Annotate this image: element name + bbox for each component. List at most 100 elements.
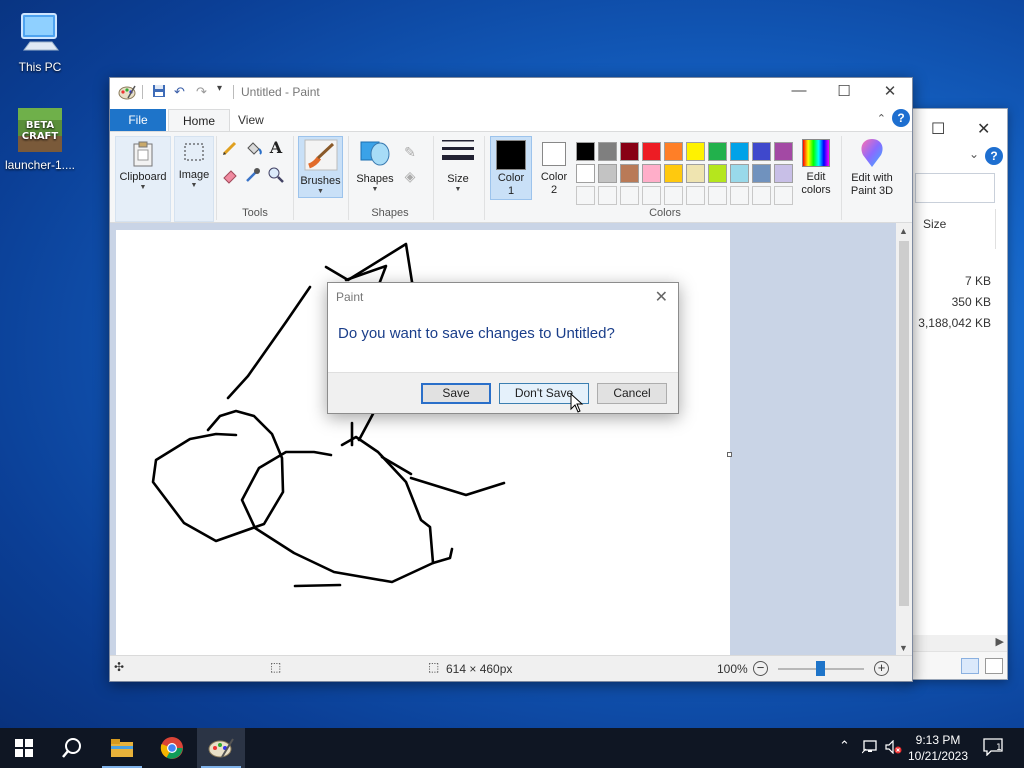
palette-swatch[interactable] xyxy=(708,164,727,183)
close-icon[interactable]: ✕ xyxy=(655,287,668,307)
pencil-icon[interactable] xyxy=(220,139,240,159)
save-changes-dialog[interactable]: Paint ✕ Do you want to save changes to U… xyxy=(327,282,679,414)
maximize-button[interactable]: ☐ xyxy=(931,119,945,139)
scroll-down-icon[interactable]: ▼ xyxy=(899,643,908,653)
scroll-up-icon[interactable]: ▲ xyxy=(899,226,908,236)
zoom-slider-thumb[interactable] xyxy=(816,661,825,676)
search-button[interactable] xyxy=(48,728,96,768)
palette-swatch[interactable] xyxy=(708,142,727,161)
edit-colors-button[interactable]: Edit colors xyxy=(794,136,838,200)
canvas-resize-handle[interactable] xyxy=(727,452,732,457)
size-button[interactable]: Size ▼ xyxy=(439,136,477,198)
mouse-cursor-icon xyxy=(570,393,584,413)
eraser-icon[interactable] xyxy=(220,166,240,186)
tab-view[interactable]: View xyxy=(224,109,278,131)
start-button[interactable] xyxy=(0,728,48,768)
custom-color-slot[interactable] xyxy=(686,186,705,205)
paint-taskbar-button[interactable] xyxy=(197,728,245,768)
palette-swatch[interactable] xyxy=(752,164,771,183)
color1-button[interactable]: Color 1 xyxy=(490,136,532,200)
palette-swatch[interactable] xyxy=(664,164,683,183)
palette-swatch[interactable] xyxy=(664,142,683,161)
chevron-up-icon[interactable]: ⌃ xyxy=(839,738,850,754)
palette-swatch[interactable] xyxy=(642,142,661,161)
palette-swatch[interactable] xyxy=(730,142,749,161)
image-button[interactable]: Image ▼ xyxy=(174,136,214,222)
custom-color-slot[interactable] xyxy=(708,186,727,205)
clipboard-button[interactable]: Clipboard ▼ xyxy=(115,136,171,222)
custom-color-slot[interactable] xyxy=(752,186,771,205)
help-icon[interactable]: ? xyxy=(892,109,910,127)
edit-with-paint3d-button[interactable]: Edit with Paint 3D xyxy=(844,136,900,200)
scrollbar-thumb[interactable] xyxy=(899,241,909,606)
palette-swatch[interactable] xyxy=(686,142,705,161)
outline-icon[interactable]: ✎ xyxy=(400,142,420,162)
palette-swatch[interactable] xyxy=(642,164,661,183)
fill-shape-icon[interactable]: ◈ xyxy=(400,166,420,186)
palette-swatch[interactable] xyxy=(620,164,639,183)
close-button[interactable]: ✕ xyxy=(977,119,990,139)
chevron-down-icon[interactable]: ⌄ xyxy=(969,147,979,161)
desktop-icon-this-pc[interactable]: This PC xyxy=(2,8,78,74)
brushes-button[interactable]: Brushes ▼ xyxy=(298,136,343,198)
color2-button[interactable]: Color 2 xyxy=(534,136,574,200)
minimize-button[interactable]: — xyxy=(784,82,814,99)
custom-color-slot[interactable] xyxy=(642,186,661,205)
zoom-in-button[interactable]: + xyxy=(874,661,889,676)
chrome-taskbar-button[interactable] xyxy=(148,728,196,768)
file-explorer-window[interactable]: ☐ ✕ ⌄ ? Size 7 KB 350 KB 3,188,042 KB ▶ xyxy=(904,108,1008,680)
system-clock[interactable]: 9:13 PM 10/21/2023 xyxy=(905,732,971,764)
maximize-button[interactable]: ☐ xyxy=(829,82,859,100)
undo-icon[interactable]: ↶ xyxy=(174,84,185,100)
custom-color-slot[interactable] xyxy=(730,186,749,205)
paint-app-icon[interactable] xyxy=(118,84,136,103)
palette-swatch[interactable] xyxy=(576,142,595,161)
shapes-button[interactable]: Shapes ▼ xyxy=(354,136,396,198)
scroll-right-icon[interactable]: ▶ xyxy=(996,635,1004,648)
tab-home[interactable]: Home xyxy=(168,109,231,131)
palette-swatch[interactable] xyxy=(620,142,639,161)
customize-toolbar-icon[interactable]: ▾ xyxy=(217,83,222,94)
desktop-icon-label: This PC xyxy=(18,60,62,74)
fill-icon[interactable] xyxy=(243,139,263,159)
palette-swatch[interactable] xyxy=(576,164,595,183)
vertical-scrollbar[interactable]: ▲ ▼ xyxy=(896,223,912,655)
redo-icon[interactable]: ↷ xyxy=(196,84,207,100)
save-button[interactable]: Save xyxy=(421,383,491,404)
details-view-icon[interactable] xyxy=(961,658,979,674)
custom-color-slot[interactable] xyxy=(774,186,793,205)
save-icon[interactable] xyxy=(152,84,166,101)
image-label: Image xyxy=(178,169,210,181)
palette-swatch[interactable] xyxy=(774,164,793,183)
palette-swatch[interactable] xyxy=(598,142,617,161)
large-icons-view-icon[interactable] xyxy=(985,658,1003,674)
desktop-icon-launcher[interactable]: BETA CRAFT launcher-1.... xyxy=(2,106,78,172)
paint-titlebar[interactable]: ↶ ↷ ▾ Untitled - Paint — ☐ ✕ xyxy=(110,78,912,106)
notifications-icon[interactable]: 1 xyxy=(983,738,1003,759)
network-icon[interactable] xyxy=(861,740,878,757)
cancel-button[interactable]: Cancel xyxy=(597,383,667,404)
color-picker-icon[interactable] xyxy=(243,166,263,186)
palette-swatch[interactable] xyxy=(598,164,617,183)
custom-color-slot[interactable] xyxy=(576,186,595,205)
search-box[interactable] xyxy=(915,173,995,203)
palette-swatch[interactable] xyxy=(686,164,705,183)
custom-color-slot[interactable] xyxy=(620,186,639,205)
text-icon[interactable]: A xyxy=(266,138,286,158)
column-header-size[interactable]: Size xyxy=(923,217,946,231)
custom-color-slot[interactable] xyxy=(664,186,683,205)
magnifier-icon[interactable] xyxy=(266,166,286,186)
file-explorer-taskbar-button[interactable] xyxy=(98,728,146,768)
help-icon[interactable]: ? xyxy=(985,147,1003,165)
volume-muted-icon[interactable] xyxy=(885,739,903,757)
zoom-out-button[interactable]: − xyxy=(753,661,768,676)
tab-file[interactable]: File xyxy=(110,109,166,131)
explorer-titlebar[interactable]: ☐ ✕ xyxy=(905,109,1007,149)
close-button[interactable]: ✕ xyxy=(875,82,905,100)
custom-color-slot[interactable] xyxy=(598,186,617,205)
palette-swatch[interactable] xyxy=(752,142,771,161)
palette-swatch[interactable] xyxy=(774,142,793,161)
palette-swatch[interactable] xyxy=(730,164,749,183)
horizontal-scrollbar[interactable]: ▶ xyxy=(913,635,1007,651)
collapse-ribbon-icon[interactable]: ⌃ xyxy=(877,112,886,125)
